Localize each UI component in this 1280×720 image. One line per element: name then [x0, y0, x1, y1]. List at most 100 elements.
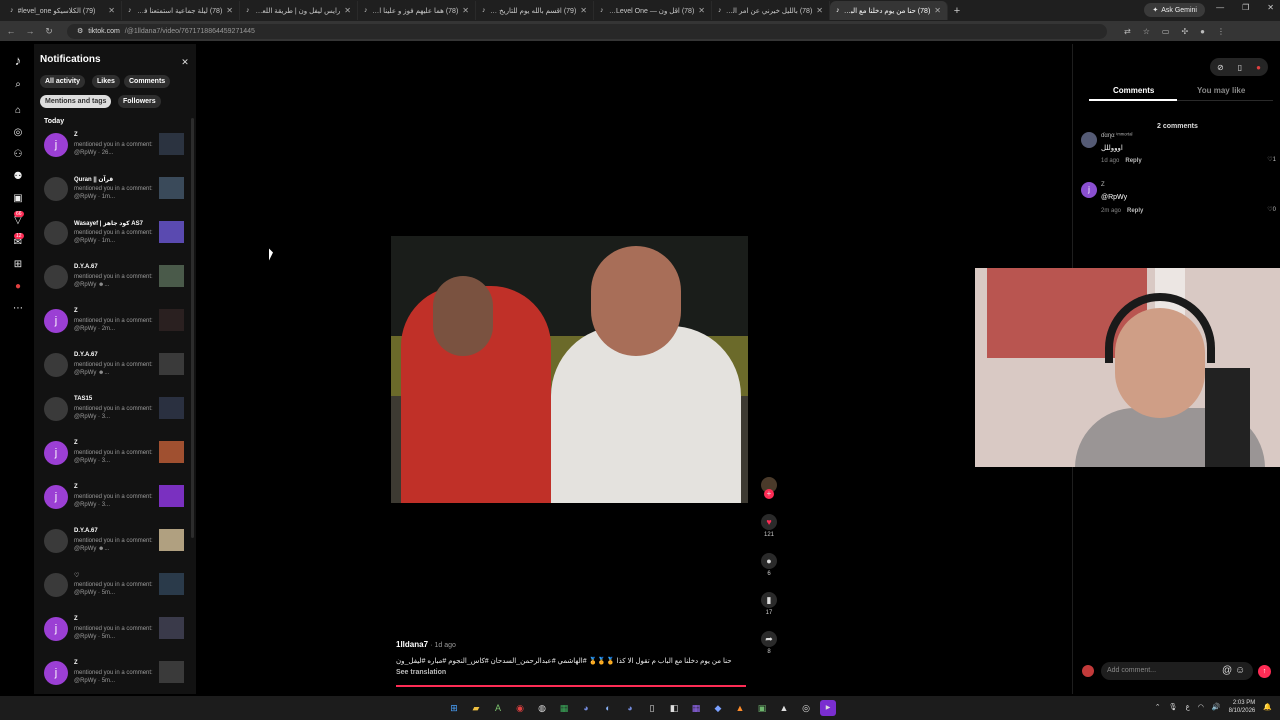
close-icon[interactable]: ✕ — [226, 6, 233, 15]
notification-item[interactable]: D.Y.A.67 mentioned you in a comment: @RpW… — [42, 350, 188, 390]
avatar[interactable] — [44, 353, 68, 377]
close-icon[interactable]: ✕ — [816, 6, 823, 15]
back-button[interactable]: ← — [6, 26, 16, 36]
video-thumbnail[interactable] — [159, 617, 184, 639]
avatar[interactable] — [44, 573, 68, 597]
chevron-up-icon[interactable]: ⌃ — [1155, 703, 1161, 711]
notification-username[interactable]: ♡ — [74, 572, 79, 579]
maximize-button[interactable]: ❐ — [1242, 3, 1249, 12]
author-username[interactable]: 1lldana7 — [396, 640, 428, 649]
avatar[interactable]: j — [44, 485, 68, 509]
video-thumbnail[interactable] — [159, 353, 184, 375]
tab-you-may-like[interactable]: You may like — [1197, 86, 1245, 95]
file-explorer-icon[interactable]: ▰ — [468, 700, 484, 716]
tiktok-logo-icon[interactable]: ♪ — [10, 53, 26, 69]
avatar[interactable]: j — [44, 309, 68, 333]
close-icon[interactable]: ✕ — [698, 6, 705, 15]
new-tab-button[interactable]: + — [948, 5, 966, 17]
volume-icon[interactable]: 🔊 — [1212, 703, 1221, 711]
video-thumbnail[interactable] — [159, 221, 184, 243]
close-icon[interactable]: ✕ — [580, 6, 587, 15]
send-button[interactable]: ↑ — [1258, 665, 1271, 678]
account-avatar[interactable]: ● — [1256, 63, 1261, 72]
device-icon[interactable]: ▯ — [1238, 63, 1242, 72]
notification-username[interactable]: Z — [74, 308, 78, 314]
avatar[interactable]: j — [44, 661, 68, 685]
app-icon[interactable]: A — [490, 700, 506, 716]
start-icon[interactable]: ⊞ — [446, 700, 462, 716]
profile-avatar-icon[interactable]: ● — [10, 279, 26, 295]
video-player[interactable] — [391, 236, 748, 503]
mic-icon[interactable]: 🎙 — [1169, 703, 1178, 711]
menu-icon[interactable]: ⋮ — [1217, 27, 1225, 36]
upload-icon[interactable]: ⊞ — [10, 257, 26, 273]
home-icon[interactable]: ⌂ — [10, 103, 26, 119]
notification-item[interactable]: D.Y.A.67 mentioned you in a comment: @RpW… — [42, 526, 188, 566]
avatar[interactable]: j — [44, 617, 68, 641]
tab-comments[interactable]: Comments — [1113, 86, 1154, 95]
sidebar-icon[interactable]: ▭ — [1162, 27, 1170, 36]
notification-username[interactable]: D.Y.A.67 — [74, 528, 98, 534]
notification-item[interactable]: j Zmentioned you in a comment: @RpWy · 3.… — [42, 438, 188, 478]
notification-username[interactable]: Z — [74, 660, 78, 666]
excel-icon[interactable]: ▦ — [556, 700, 572, 716]
app-icon[interactable]: ▦ — [688, 700, 704, 716]
reload-button[interactable]: ↻ — [44, 26, 54, 37]
filter-likes[interactable]: Likes — [92, 75, 120, 88]
reply-button[interactable]: Reply — [1125, 158, 1141, 164]
notification-username[interactable]: Z — [74, 484, 78, 490]
notification-username[interactable]: Z — [74, 616, 78, 622]
video-thumbnail[interactable] — [159, 441, 184, 463]
like-button[interactable]: ♥ 121 — [760, 514, 778, 538]
save-button[interactable]: ▮ 17 — [760, 592, 778, 616]
language-indicator[interactable]: ع — [1186, 703, 1190, 711]
notification-username[interactable]: D.Y.A.67 — [74, 352, 98, 358]
browser-tab[interactable]: ♪ (78) اقل ون — Level One تشكيلة✕ — [594, 1, 712, 20]
app-icon[interactable]: ▲ — [732, 700, 748, 716]
notification-username[interactable]: Z — [74, 132, 78, 138]
explore-icon[interactable]: ◎ — [10, 125, 26, 141]
filter-all-activity[interactable]: All activity — [40, 75, 86, 88]
app-icon[interactable]: ◎ — [798, 700, 814, 716]
avatar[interactable]: j — [44, 133, 68, 157]
browser-tab[interactable]: ♪ (78) ليلة جماعية استمتعنا فيها جدا✕ — [122, 1, 240, 20]
following-icon[interactable]: ⚇ — [10, 147, 26, 163]
notification-bell-icon[interactable]: 🔔 — [1263, 703, 1272, 711]
video-thumbnail[interactable] — [159, 485, 184, 507]
steam-icon[interactable]: ◐ — [600, 700, 616, 716]
search-icon[interactable]: ⌕ — [10, 77, 26, 93]
app-icon[interactable]: ▯ — [644, 700, 660, 716]
app-icon[interactable]: ▲ — [776, 700, 792, 716]
avatar[interactable] — [44, 529, 68, 553]
site-info-icon[interactable]: ⚙ — [77, 27, 83, 35]
commenter-avatar[interactable]: j — [1081, 182, 1097, 198]
author-avatar-button[interactable]: + — [760, 477, 778, 499]
browser-tab[interactable]: ♪ رايس ليفل ون | طريقة اللعب ون ✕ — [240, 1, 358, 20]
close-icon[interactable]: ✕ — [344, 6, 351, 15]
share-button[interactable]: ➦ 8 — [760, 631, 778, 655]
close-icon[interactable]: ✕ — [934, 6, 941, 15]
notification-item[interactable]: TAS15 mentioned you in a comment: @RpWy ·… — [42, 394, 188, 434]
filter-followers[interactable]: Followers — [118, 95, 161, 108]
avatar[interactable] — [44, 177, 68, 201]
clock[interactable]: 2:03 PM 8/10/2026 — [1229, 699, 1256, 715]
video-thumbnail[interactable] — [159, 661, 184, 683]
notification-item[interactable]: D.Y.A.67 mentioned you in a comment: @RpW… — [42, 262, 188, 302]
notification-item[interactable]: j Zmentioned you in a comment: @RpWy · 26… — [42, 130, 188, 170]
comment-like-button[interactable]: ♡0 — [1267, 206, 1276, 213]
avatar[interactable]: j — [44, 441, 68, 465]
mention-icon[interactable]: @ — [1222, 665, 1232, 676]
notification-username[interactable]: TAS15 — [74, 396, 92, 402]
video-thumbnail[interactable] — [159, 177, 184, 199]
video-progress-bar[interactable] — [396, 685, 746, 687]
commenter-name[interactable]: ɗαɳα ⁱᵐᵐᵒʳᵗᵃˡ — [1101, 132, 1132, 139]
video-thumbnail[interactable] — [159, 397, 184, 419]
notification-username[interactable]: Quran || قرآن — [74, 176, 113, 183]
scrollbar[interactable] — [191, 118, 194, 538]
notification-item[interactable]: j Zmentioned you in a comment: @RpWy · 2m… — [42, 306, 188, 346]
avatar[interactable] — [44, 265, 68, 289]
bookmark-star-icon[interactable]: ☆ — [1143, 27, 1150, 36]
browser-tab[interactable]: ♪ (79) الكلاسيكو level_one# ✕ — [4, 1, 122, 20]
filter-comments[interactable]: Comments — [124, 75, 171, 88]
extensions-icon[interactable]: ✣ — [1181, 27, 1188, 36]
